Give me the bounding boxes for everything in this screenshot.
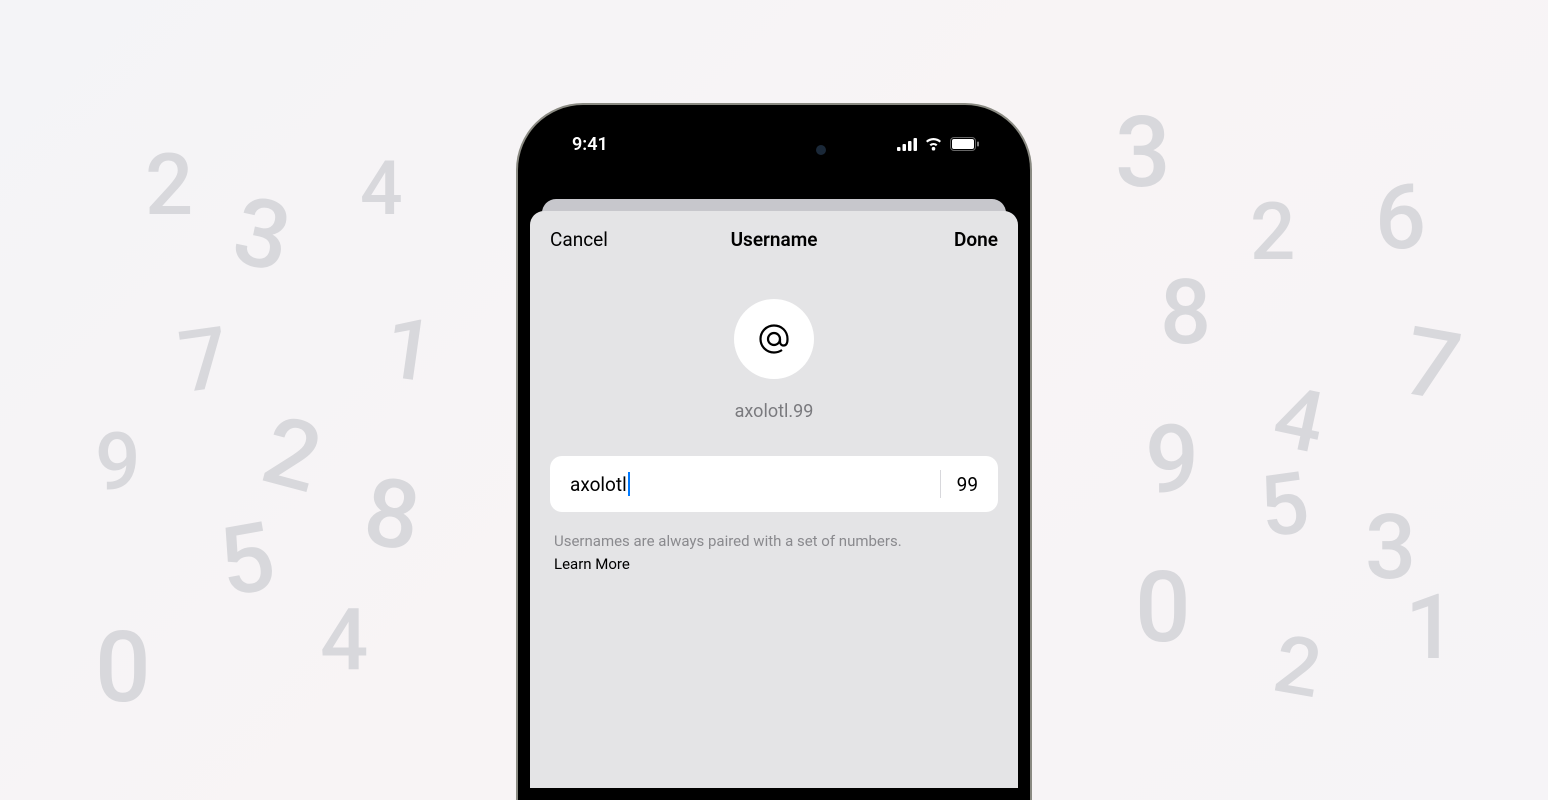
at-icon-circle [734, 299, 814, 379]
dynamic-island [704, 131, 844, 169]
help-description: Usernames are always paired with a set o… [554, 532, 902, 550]
cellular-icon [897, 138, 917, 151]
bg-number: 1 [378, 297, 440, 403]
bg-number: 9 [95, 415, 140, 509]
bg-number: 4 [360, 145, 403, 233]
bg-number: 7 [1396, 306, 1468, 425]
at-icon [756, 321, 792, 357]
bg-number: 8 [1160, 260, 1211, 365]
done-button[interactable]: Done [954, 228, 998, 251]
wifi-icon [924, 137, 943, 151]
modal-sheet: Cancel Username Done axolotl.99 axolotl [530, 211, 1018, 788]
page-title: Username [731, 228, 818, 251]
username-input[interactable]: axolotl [570, 472, 932, 496]
bg-number: 2 [145, 135, 193, 235]
help-text: Usernames are always paired with a set o… [550, 530, 998, 575]
bg-number: 2 [1250, 185, 1295, 279]
bg-number: 4 [1265, 366, 1333, 474]
bg-number: 4 [320, 590, 368, 690]
bg-number: 0 [95, 610, 151, 725]
bg-number: 5 [211, 501, 283, 620]
phone-screen: 9:41 Can [530, 117, 1018, 788]
username-input-value: axolotl [570, 473, 627, 496]
bg-number: 7 [173, 307, 235, 413]
username-input-row[interactable]: axolotl 99 [550, 456, 998, 512]
sheet-content: axolotl.99 axolotl 99 Usernames are alwa… [530, 267, 1018, 575]
input-divider [940, 470, 941, 498]
username-suffix: 99 [957, 473, 978, 496]
learn-more-link[interactable]: Learn More [554, 555, 630, 573]
username-preview: axolotl.99 [735, 401, 814, 422]
bg-number: 9 [1145, 405, 1199, 516]
status-icons [897, 137, 980, 151]
bg-number: 2 [1267, 617, 1328, 717]
nav-bar: Cancel Username Done [530, 211, 1018, 267]
bg-number: 8 [358, 457, 427, 574]
bg-number: 0 [1135, 550, 1191, 665]
bg-number: 2 [252, 395, 333, 516]
status-time: 9:41 [572, 134, 608, 155]
battery-icon [950, 137, 980, 151]
bg-number: 3 [1115, 95, 1171, 210]
phone-frame: 9:41 Can [518, 105, 1030, 800]
bg-number: 3 [224, 176, 300, 296]
cancel-button[interactable]: Cancel [550, 228, 608, 251]
bg-number: 1 [1405, 575, 1456, 680]
text-cursor [628, 472, 630, 496]
bg-number: 3 [1365, 495, 1416, 600]
bg-number: 5 [1253, 452, 1315, 558]
bg-number: 6 [1375, 165, 1426, 270]
